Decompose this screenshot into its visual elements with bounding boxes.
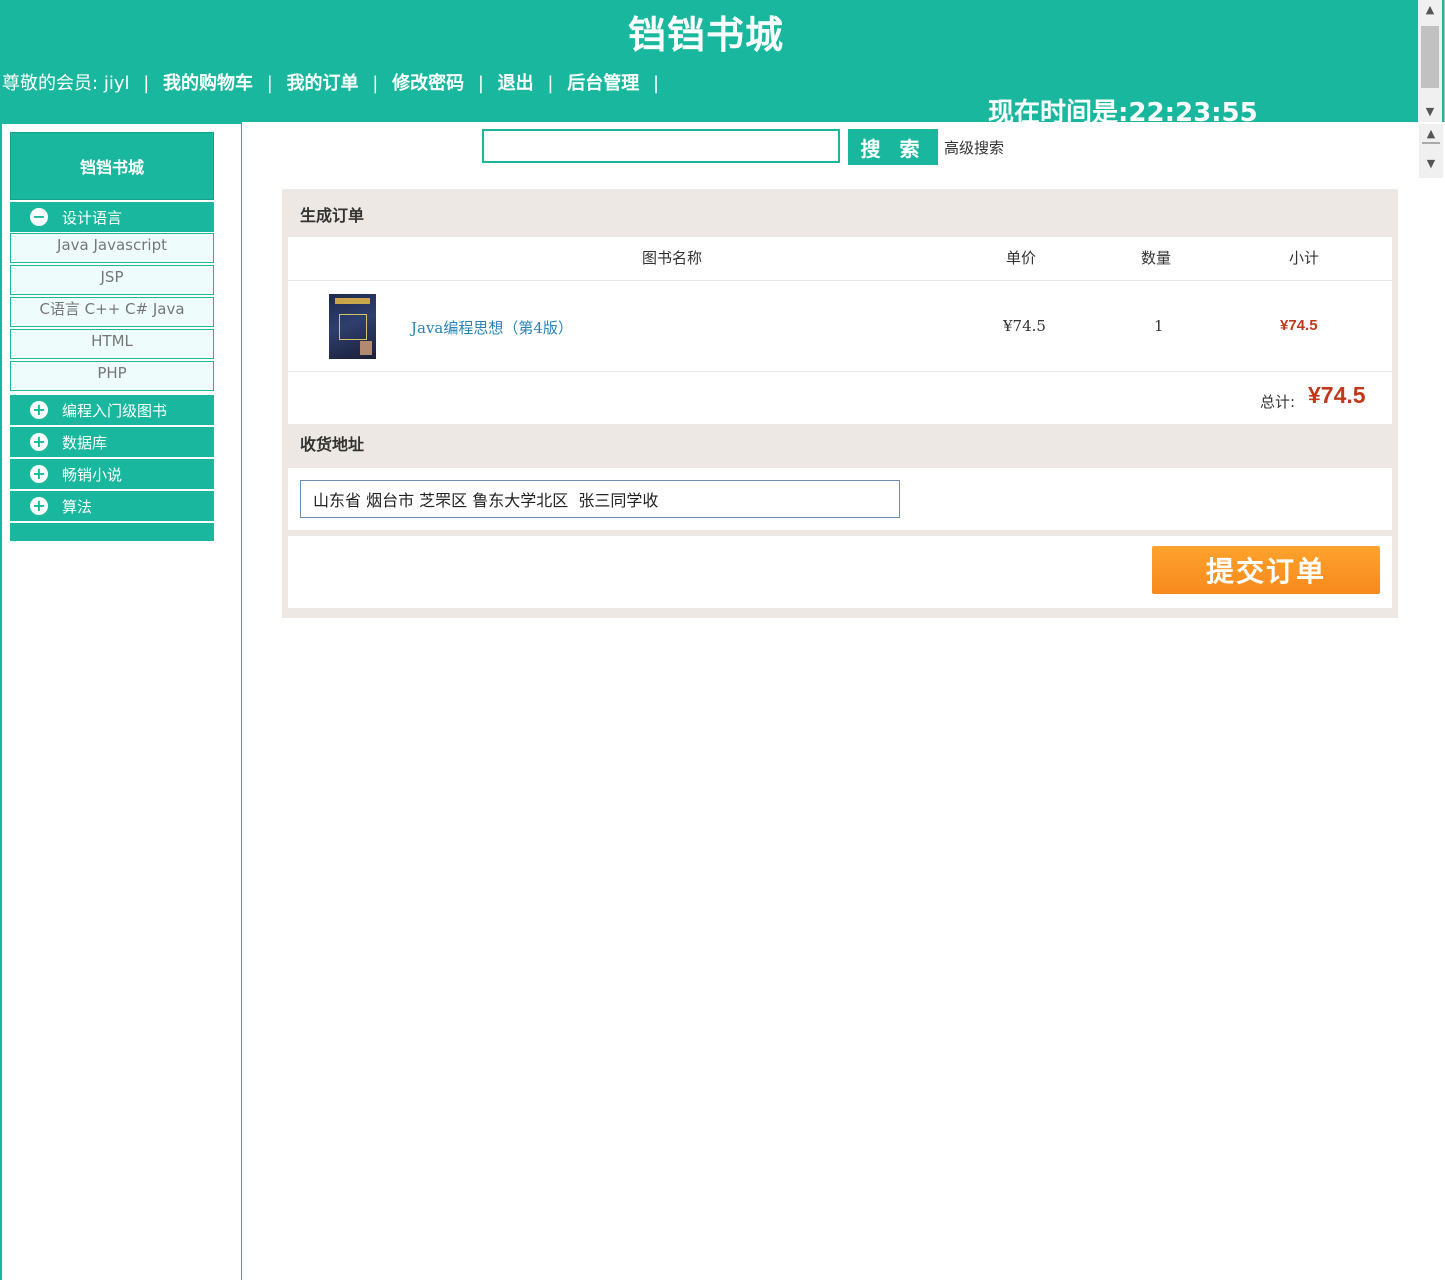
submit-order-button[interactable]: 提交订单	[1152, 546, 1380, 594]
scroll-up-icon[interactable]: ▲	[1419, 124, 1443, 142]
book-cover-image[interactable]	[329, 294, 376, 359]
column-subtotal: 小计	[1289, 249, 1320, 267]
left-frame: 铛铛书城 − 设计语言 Java Javascript JSP C语言 C++ …	[0, 122, 242, 1280]
total-value: ¥74.5	[1308, 382, 1366, 408]
main-frame: 搜 索 高级搜索 ▲ ▼ 生成订单 图书名称 单价 数量 小计 Java编程思想…	[242, 122, 1445, 1280]
search-button[interactable]: 搜 索	[848, 129, 938, 165]
nav-separator: |	[652, 73, 660, 94]
subcategory-java-javascript[interactable]: Java Javascript	[10, 233, 214, 263]
nav-separator: |	[266, 73, 273, 94]
nav-separator: |	[547, 73, 554, 94]
member-bar: 尊敬的会员: jiyl | 我的购物车 | 我的订单 | 修改密码 | 退出 |…	[2, 69, 667, 95]
category-menu: 铛铛书城 − 设计语言 Java Javascript JSP C语言 C++ …	[10, 132, 214, 541]
category-label: 畅销小说	[62, 465, 123, 484]
header-frame: 铛铛书城 尊敬的会员: jiyl | 我的购物车 | 我的订单 | 修改密码 |…	[0, 0, 1445, 128]
scroll-down-icon[interactable]: ▼	[1419, 154, 1443, 172]
order-table: 图书名称 单价 数量 小计 Java编程思想（第4版） ¥74.5 1 ¥74.…	[288, 237, 1392, 424]
submit-box: 提交订单	[288, 536, 1392, 608]
column-unit-price: 单价	[1006, 249, 1037, 267]
scroll-up-icon[interactable]: ▲	[1418, 0, 1442, 18]
order-section-title: 生成订单	[300, 206, 365, 225]
nav-admin-link[interactable]: 后台管理	[567, 73, 639, 94]
category-label: 算法	[62, 497, 93, 516]
category-database[interactable]: + 数据库	[10, 425, 214, 457]
category-label: 数据库	[62, 433, 108, 452]
table-divider	[288, 280, 1392, 281]
order-panel: 生成订单 图书名称 单价 数量 小计 Java编程思想（第4版） ¥74.5 1…	[282, 189, 1398, 618]
subcategory-jsp[interactable]: JSP	[10, 265, 214, 295]
book-name-link[interactable]: Java编程思想（第4版）	[411, 317, 573, 338]
nav-separator: |	[143, 73, 150, 94]
nav-logout-link[interactable]: 退出	[498, 73, 534, 94]
category-label: 编程入门级图书	[62, 401, 168, 420]
menu-footer	[10, 521, 214, 541]
scrollbar-thumb[interactable]	[1421, 26, 1439, 88]
search-input[interactable]	[482, 129, 840, 163]
member-name: jiyl	[103, 73, 130, 94]
plus-circle-icon[interactable]: +	[30, 433, 48, 451]
nav-change-password-link[interactable]: 修改密码	[392, 73, 464, 94]
nav-separator: |	[477, 73, 484, 94]
plus-circle-icon[interactable]: +	[30, 401, 48, 419]
nav-orders-link[interactable]: 我的订单	[287, 73, 359, 94]
plus-circle-icon[interactable]: +	[30, 497, 48, 515]
subcategory-c-languages[interactable]: C语言 C++ C# Java	[10, 297, 214, 327]
total-label: 总计:	[1260, 393, 1296, 411]
subcategory-php[interactable]: PHP	[10, 361, 214, 391]
header-scrollbar[interactable]: ▲ ▼	[1418, 0, 1442, 122]
main-scrollbar[interactable]: ▲ ▼	[1419, 124, 1443, 178]
menu-title: 铛铛书城	[10, 132, 214, 200]
scroll-down-icon[interactable]: ▼	[1418, 102, 1442, 120]
advanced-search-link[interactable]: 高级搜索	[944, 137, 1004, 158]
address-box	[288, 468, 1392, 530]
category-beginner-books[interactable]: + 编程入门级图书	[10, 393, 214, 425]
column-quantity: 数量	[1141, 249, 1172, 267]
column-book-name: 图书名称	[642, 249, 703, 267]
minus-circle-icon[interactable]: −	[30, 208, 48, 226]
subcategory-html[interactable]: HTML	[10, 329, 214, 359]
nav-separator: |	[372, 73, 379, 94]
category-bestseller-novels[interactable]: + 畅销小说	[10, 457, 214, 489]
site-title: 铛铛书城	[627, 13, 784, 57]
scrollbar-thumb[interactable]	[1422, 142, 1440, 154]
table-divider	[288, 371, 1392, 372]
nav-cart-link[interactable]: 我的购物车	[163, 73, 253, 94]
category-label: 设计语言	[62, 208, 123, 227]
plus-circle-icon[interactable]: +	[30, 465, 48, 483]
category-design-languages[interactable]: − 设计语言	[10, 200, 214, 232]
quantity: 1	[1154, 317, 1164, 335]
unit-price: ¥74.5	[1003, 317, 1046, 335]
address-section-title: 收货地址	[300, 435, 365, 454]
category-algorithms[interactable]: + 算法	[10, 489, 214, 521]
member-prefix: 尊敬的会员:	[2, 73, 99, 94]
subtotal: ¥74.5	[1280, 317, 1318, 334]
address-input[interactable]	[300, 480, 900, 518]
